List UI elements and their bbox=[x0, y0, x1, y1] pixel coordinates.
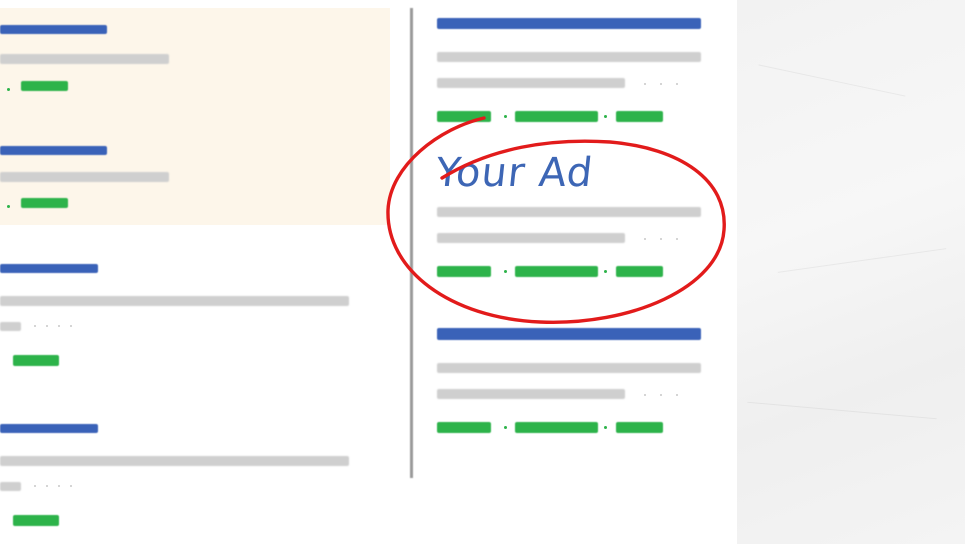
side-ad-url-line[interactable] bbox=[437, 422, 491, 433]
result-snippet-line bbox=[0, 322, 21, 331]
result-snippet-line bbox=[0, 296, 349, 306]
side-ad-url-line[interactable] bbox=[616, 422, 663, 433]
result-url-line[interactable] bbox=[13, 515, 59, 526]
ellipsis-icon bbox=[644, 83, 684, 87]
sponsored-results-region bbox=[0, 8, 390, 225]
ellipsis-icon bbox=[34, 485, 74, 489]
result-title-line[interactable] bbox=[0, 264, 98, 273]
result-url-line[interactable] bbox=[21, 198, 68, 208]
link-separator-dot bbox=[7, 205, 10, 208]
side-ad-snippet-line bbox=[437, 52, 701, 62]
link-separator-dot bbox=[504, 426, 507, 429]
result-url-line[interactable] bbox=[21, 81, 68, 91]
side-ad-snippet-line bbox=[437, 363, 701, 373]
side-ad-snippet-line bbox=[437, 78, 625, 88]
result-url-line[interactable] bbox=[13, 355, 59, 366]
ellipsis-icon bbox=[644, 394, 684, 398]
ellipsis-icon bbox=[34, 325, 74, 329]
result-title-line[interactable] bbox=[0, 424, 98, 433]
hand-drawn-circle bbox=[386, 116, 726, 324]
result-title-line[interactable] bbox=[0, 25, 107, 34]
side-ad-snippet-line bbox=[437, 389, 625, 399]
result-snippet-line bbox=[0, 482, 21, 491]
side-ad-title-line[interactable] bbox=[437, 18, 701, 29]
side-ad-url-line[interactable] bbox=[515, 422, 598, 433]
paper-texture-edge bbox=[737, 0, 965, 544]
result-snippet-line bbox=[0, 54, 169, 64]
link-separator-dot bbox=[7, 88, 10, 91]
result-snippet-line bbox=[0, 172, 169, 182]
link-separator-dot bbox=[604, 426, 607, 429]
result-title-line[interactable] bbox=[0, 146, 107, 155]
result-snippet-line bbox=[0, 456, 349, 466]
